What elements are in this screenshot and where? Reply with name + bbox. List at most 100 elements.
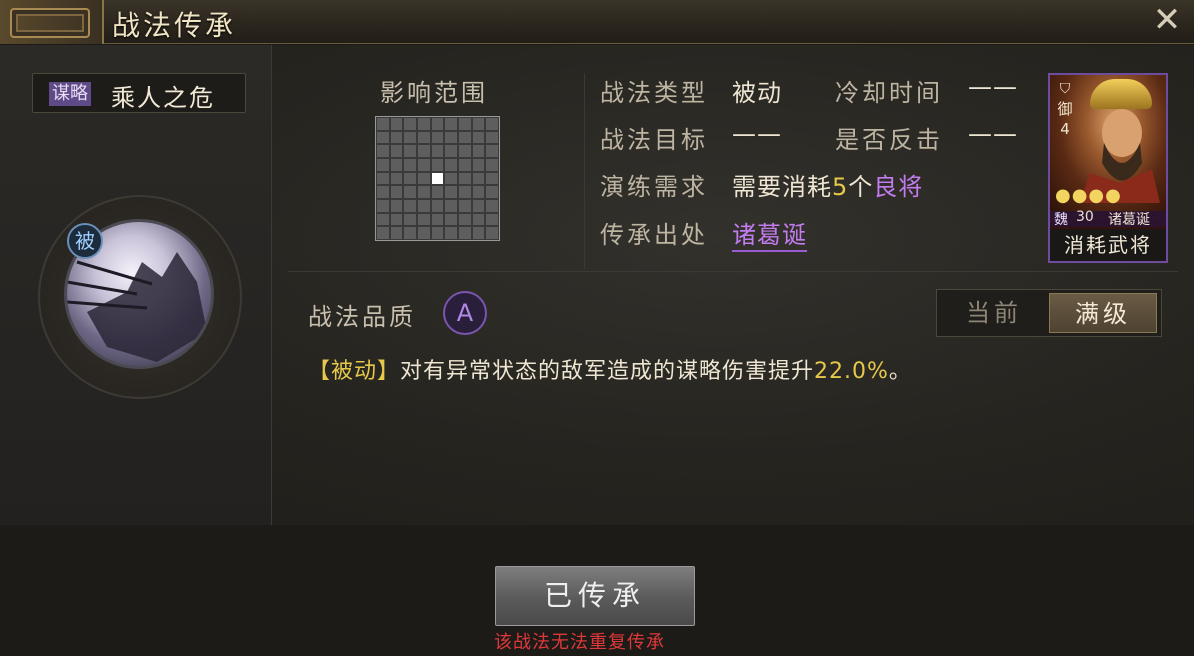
description-text: 对有异常状态的敌军造成的谋略伤害提升: [400, 359, 815, 384]
general-card[interactable]: ⛉ 御 4 ●●●● 魏 30 诸葛诞 消耗武将: [1048, 73, 1168, 263]
range-cell: [471, 158, 486, 172]
range-cell: [444, 212, 458, 227]
range-cell: [389, 185, 404, 199]
range-cell: [417, 212, 431, 227]
title-bar: 战法传承 ✕: [0, 0, 1194, 44]
range-cell: [430, 185, 445, 199]
training-value: 需要消耗5个良将: [732, 167, 923, 202]
general-faction: 魏: [1054, 212, 1068, 228]
passive-badge: 被: [67, 223, 103, 259]
range-cell: [376, 171, 390, 186]
range-cell: [389, 199, 404, 213]
description-value: 22.0%: [814, 359, 889, 384]
range-cell: [444, 199, 458, 213]
divider: [288, 271, 1178, 272]
counter-label: 是否反击: [835, 126, 943, 154]
range-cell: [403, 130, 417, 145]
max-level-tab[interactable]: 满级: [1049, 293, 1157, 333]
cooldown-label: 冷却时间: [835, 79, 943, 107]
range-cell: [403, 144, 417, 158]
quality-grade-badge: A: [443, 291, 487, 335]
general-level: 30: [1076, 209, 1094, 225]
range-cell: [389, 212, 404, 227]
troop-class-level: 4: [1060, 120, 1070, 138]
training-prefix: 需要消耗: [732, 173, 832, 201]
range-cell: [376, 212, 390, 227]
range-cell: [485, 158, 499, 172]
range-cell: [403, 117, 417, 131]
range-cell: [403, 199, 417, 213]
range-title: 影响范围: [380, 79, 488, 107]
troop-class-icon: ⛉ 御 4: [1055, 79, 1075, 139]
range-cell: [430, 130, 445, 145]
skill-description: 【被动】对有异常状态的敌军造成的谋略伤害提升22.0%。: [308, 353, 912, 385]
range-cell: [376, 130, 390, 145]
range-cell: [458, 226, 472, 240]
level-toggle: 当前 满级: [936, 289, 1162, 337]
troop-class: 御: [1057, 100, 1073, 118]
range-cell: [417, 185, 431, 199]
range-cell: [458, 185, 472, 199]
description-tag: 【被动】: [308, 359, 401, 384]
range-cell: [485, 117, 499, 131]
skill-type-label: 战法类型: [600, 79, 708, 107]
range-cell: [389, 158, 404, 172]
range-cell: [485, 226, 499, 240]
current-level-tab[interactable]: 当前: [940, 293, 1048, 333]
range-cell: [430, 212, 445, 227]
skill-name-box: 谋略 乘人之危: [32, 73, 246, 113]
range-cell: [417, 130, 431, 145]
range-cell: [403, 171, 417, 186]
range-cell: [403, 158, 417, 172]
close-icon[interactable]: ✕: [1150, 3, 1184, 38]
range-cell: [471, 144, 486, 158]
range-cell: [417, 171, 431, 186]
range-cell: [403, 212, 417, 227]
range-cell: [485, 171, 499, 186]
range-cell: [444, 158, 458, 172]
range-cell: [485, 144, 499, 158]
range-cell: [376, 158, 390, 172]
general-portrait: ⛉ 御 4 ●●●●: [1050, 75, 1166, 211]
training-general-type: 良将: [873, 173, 924, 201]
range-cell: [458, 212, 472, 227]
range-cell: [471, 226, 486, 240]
range-cell: [458, 171, 472, 186]
range-cell: [389, 226, 404, 240]
range-cell: [444, 117, 458, 131]
range-cell: [417, 199, 431, 213]
range-cell: [444, 185, 458, 199]
range-cell: [485, 199, 499, 213]
range-cell: [430, 117, 445, 131]
range-cell: [458, 130, 472, 145]
range-cell: [471, 199, 486, 213]
range-cell: [403, 226, 417, 240]
general-name: 诸葛诞: [1108, 212, 1150, 228]
source-general-link[interactable]: 诸葛诞: [732, 215, 807, 252]
range-cell: [471, 212, 486, 227]
range-cell: [458, 199, 472, 213]
range-cell: [458, 117, 472, 131]
description-end: 。: [888, 359, 912, 384]
inherit-button[interactable]: 已传承: [495, 566, 695, 626]
skill-panel: 谋略 乘人之危 被: [0, 45, 272, 525]
inherit-warning: 该战法无法重复传承: [494, 632, 665, 653]
range-cell: [430, 158, 445, 172]
range-cell: [458, 144, 472, 158]
consume-general-label: 消耗武将: [1050, 229, 1166, 261]
range-cell: [471, 185, 486, 199]
divider: [584, 73, 585, 269]
range-cell: [430, 226, 445, 240]
skill-target-value: ——: [732, 120, 782, 148]
range-cell: [471, 171, 486, 186]
range-cell: [485, 130, 499, 145]
skill-target-label: 战法目标: [600, 126, 708, 154]
skill-category-badge: 谋略: [49, 82, 91, 106]
range-cell: [430, 199, 445, 213]
training-count: 5: [832, 173, 849, 201]
quality-label: 战法品质: [308, 303, 416, 331]
range-cell: [485, 212, 499, 227]
range-cell: [444, 226, 458, 240]
range-cell: [376, 117, 390, 131]
range-cell: [444, 130, 458, 145]
